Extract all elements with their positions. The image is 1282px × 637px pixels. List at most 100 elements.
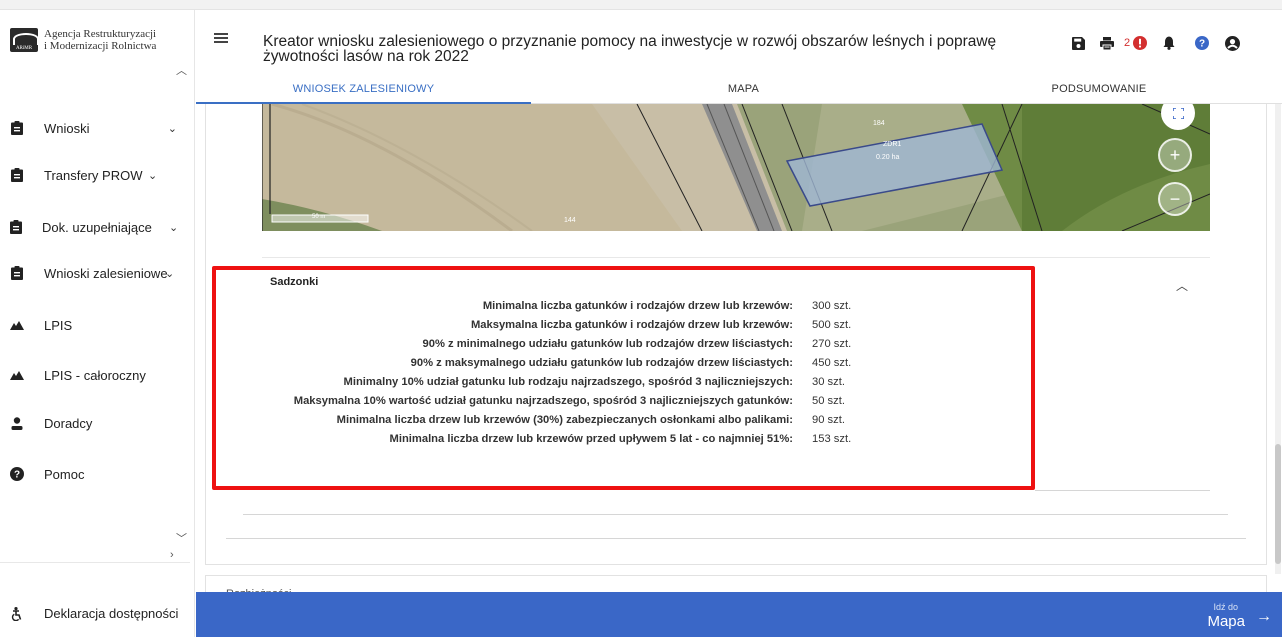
sidebar-item-doradcy[interactable]: Doradcy xyxy=(10,412,185,434)
tab-wniosek-zalesieniowy[interactable]: WNIOSEK ZALESIENIOWY xyxy=(196,74,531,104)
chevron-down-icon: ⌄ xyxy=(148,169,158,182)
bell-icon[interactable] xyxy=(1163,36,1175,50)
sidebar-item-transfery-prow[interactable]: Transfery PROW ⌄ xyxy=(10,164,185,186)
tab-podsumowanie[interactable]: PODSUMOWANIE xyxy=(1014,74,1184,104)
top-strip xyxy=(0,0,1282,10)
sidebar-item-label: LPIS - całoroczny xyxy=(44,367,146,383)
logo-mark-icon: ARiMR xyxy=(10,28,38,52)
sidebar-item-label: Doradcy xyxy=(44,415,93,431)
table-row: Minimalna liczba drzew lub krzewów przed… xyxy=(212,429,1022,448)
scrollbar-thumb[interactable] xyxy=(1275,444,1281,564)
divider xyxy=(243,514,1228,515)
next-step-caption: Idź do xyxy=(1213,602,1238,612)
divider xyxy=(1035,490,1210,491)
row-label: Minimalna liczba gatunków i rodzajów drz… xyxy=(482,299,793,312)
logo-line-1: Agencja Restrukturyzacji xyxy=(44,28,157,40)
row-value: 450 szt. xyxy=(812,356,852,369)
question-icon: ? xyxy=(10,467,24,481)
map-scale-label: 50 m xyxy=(312,214,326,220)
help-icon[interactable]: ? xyxy=(1195,36,1210,50)
sidebar-item-wnioski[interactable]: Wnioski ⌄ xyxy=(10,117,185,139)
table-row: Minimalna liczba gatunków i rodzajów drz… xyxy=(212,296,1022,315)
sidebar-item-lpis[interactable]: LPIS xyxy=(10,314,185,336)
table-row: Minimalna liczba drzew lub krzewów (30%)… xyxy=(212,410,1022,429)
sidebar-item-label: Wnioski xyxy=(44,120,90,136)
agency-logo[interactable]: ARiMR Agencja Restrukturyzacji i Moderni… xyxy=(10,28,156,52)
sidebar-scroll-right-icon[interactable]: › xyxy=(170,549,174,561)
svg-text:?: ? xyxy=(14,470,20,481)
seedlings-table: Minimalna liczba gatunków i rodzajów drz… xyxy=(212,296,1022,448)
print-icon[interactable] xyxy=(1100,36,1114,50)
row-label: 90% z maksymalnego udziału gatunków lub … xyxy=(410,356,793,369)
error-count: 2 xyxy=(1124,37,1131,49)
page-title: Kreator wniosku zalesieniowego o przyzna… xyxy=(263,33,997,65)
mountain-icon xyxy=(10,318,24,332)
sidebar-scroll-up-icon[interactable]: ︿ xyxy=(176,62,187,78)
collapse-chevron-up-icon[interactable]: ︿ xyxy=(1176,277,1188,294)
clipboard-icon xyxy=(10,121,24,135)
content-scrollbar[interactable] xyxy=(1275,104,1281,574)
table-row: 90% z maksymalnego udziału gatunków lub … xyxy=(212,353,1022,372)
accessibility-label: Deklaracja dostępności xyxy=(44,606,179,621)
parcel-label: 144 xyxy=(564,217,576,224)
sidebar-item-label: Pomoc xyxy=(44,466,85,482)
menu-toggle-icon[interactable] xyxy=(214,33,228,43)
logo-line-2: i Modernizacji Rolnictwa xyxy=(44,40,157,52)
page-header: Kreator wniosku zalesieniowego o przyzna… xyxy=(196,10,1282,104)
sidebar-scroll-down-icon[interactable]: ﹀ xyxy=(176,530,187,546)
row-value: 30 szt. xyxy=(812,375,845,388)
bottom-navigation-bar: Idź do Mapa → xyxy=(196,592,1282,637)
table-row: 90% z minimalnego udziału gatunków lub r… xyxy=(212,334,1022,353)
error-badge-icon[interactable] xyxy=(1133,36,1148,50)
svg-text:?: ? xyxy=(1199,39,1205,50)
next-step-label[interactable]: Mapa xyxy=(1207,613,1245,630)
divider xyxy=(262,257,1210,258)
clipboard-icon xyxy=(10,168,24,182)
chevron-down-icon: ⌄ xyxy=(169,221,179,234)
header-actions: 2 ? xyxy=(1072,34,1241,52)
user-icon[interactable] xyxy=(1225,35,1241,51)
clipboard-icon xyxy=(10,220,22,234)
row-label: Maksymalna 10% wartość udział gatunku na… xyxy=(293,394,793,407)
save-icon[interactable] xyxy=(1072,36,1085,50)
sidebar-item-wnioski-zalesieniowe[interactable]: Wnioski zalesieniowe ⌄ xyxy=(10,262,185,284)
accessibility-link[interactable]: Deklaracja dostępności xyxy=(10,606,178,621)
arrow-right-icon[interactable]: → xyxy=(1256,608,1272,626)
parcel-label: 184 xyxy=(873,120,885,127)
clipboard-icon xyxy=(10,266,24,280)
row-label: Maksymalna liczba gatunków i rodzajów dr… xyxy=(470,318,793,331)
zoom-out-icon[interactable]: − xyxy=(1158,182,1192,216)
parcel-label: ZDR1 xyxy=(883,141,902,148)
parcel-area-label: 0.20 ha xyxy=(876,154,900,161)
parcel-map[interactable]: 50 m 184 ZDR1 0.20 ha 144 + − xyxy=(262,104,1210,231)
row-value: 153 szt. xyxy=(812,432,852,445)
row-value: 90 szt. xyxy=(812,413,845,426)
row-value: 500 szt. xyxy=(812,318,852,331)
sidebar-item-label: Transfery PROW xyxy=(44,167,143,183)
zoom-in-icon[interactable]: + xyxy=(1158,138,1192,172)
sidebar-item-label: LPIS xyxy=(44,317,73,333)
row-value: 50 szt. xyxy=(812,394,845,407)
accessibility-icon xyxy=(10,606,24,621)
row-value: 300 szt. xyxy=(812,299,852,312)
row-label: Minimalny 10% udział gatunku lub rodzaju… xyxy=(343,375,793,388)
row-label: Minimalna liczba drzew lub krzewów (30%)… xyxy=(336,413,793,426)
table-row: Minimalny 10% udział gatunku lub rodzaju… xyxy=(212,372,1022,391)
section-title: Sadzonki xyxy=(270,276,319,288)
row-value: 270 szt. xyxy=(812,337,852,350)
mountain-icon xyxy=(10,368,24,382)
sidebar-item-label: Dok. uzupełniające xyxy=(42,219,152,235)
tab-mapa[interactable]: MAPA xyxy=(531,74,956,104)
tab-bar: WNIOSEK ZALESIENIOWY MAPA PODSUMOWANIE xyxy=(196,74,1282,104)
person-icon xyxy=(10,416,24,430)
sidebar-item-pomoc[interactable]: ? Pomoc xyxy=(10,463,185,485)
sidebar-divider xyxy=(0,562,190,563)
table-row: Maksymalna liczba gatunków i rodzajów dr… xyxy=(212,315,1022,334)
sidebar-item-label: Wnioski zalesieniowe xyxy=(44,265,168,281)
row-label: Minimalna liczba drzew lub krzewów przed… xyxy=(389,432,793,445)
chevron-down-icon: ⌄ xyxy=(167,122,177,135)
sidebar-item-dok-uzupelniajace[interactable]: Dok. uzupełniające ⌄ xyxy=(10,216,185,238)
sidebar-item-lpis-caloroczny[interactable]: LPIS - całoroczny xyxy=(10,364,185,386)
divider xyxy=(226,538,1246,539)
chevron-down-icon: ⌄ xyxy=(165,267,175,280)
